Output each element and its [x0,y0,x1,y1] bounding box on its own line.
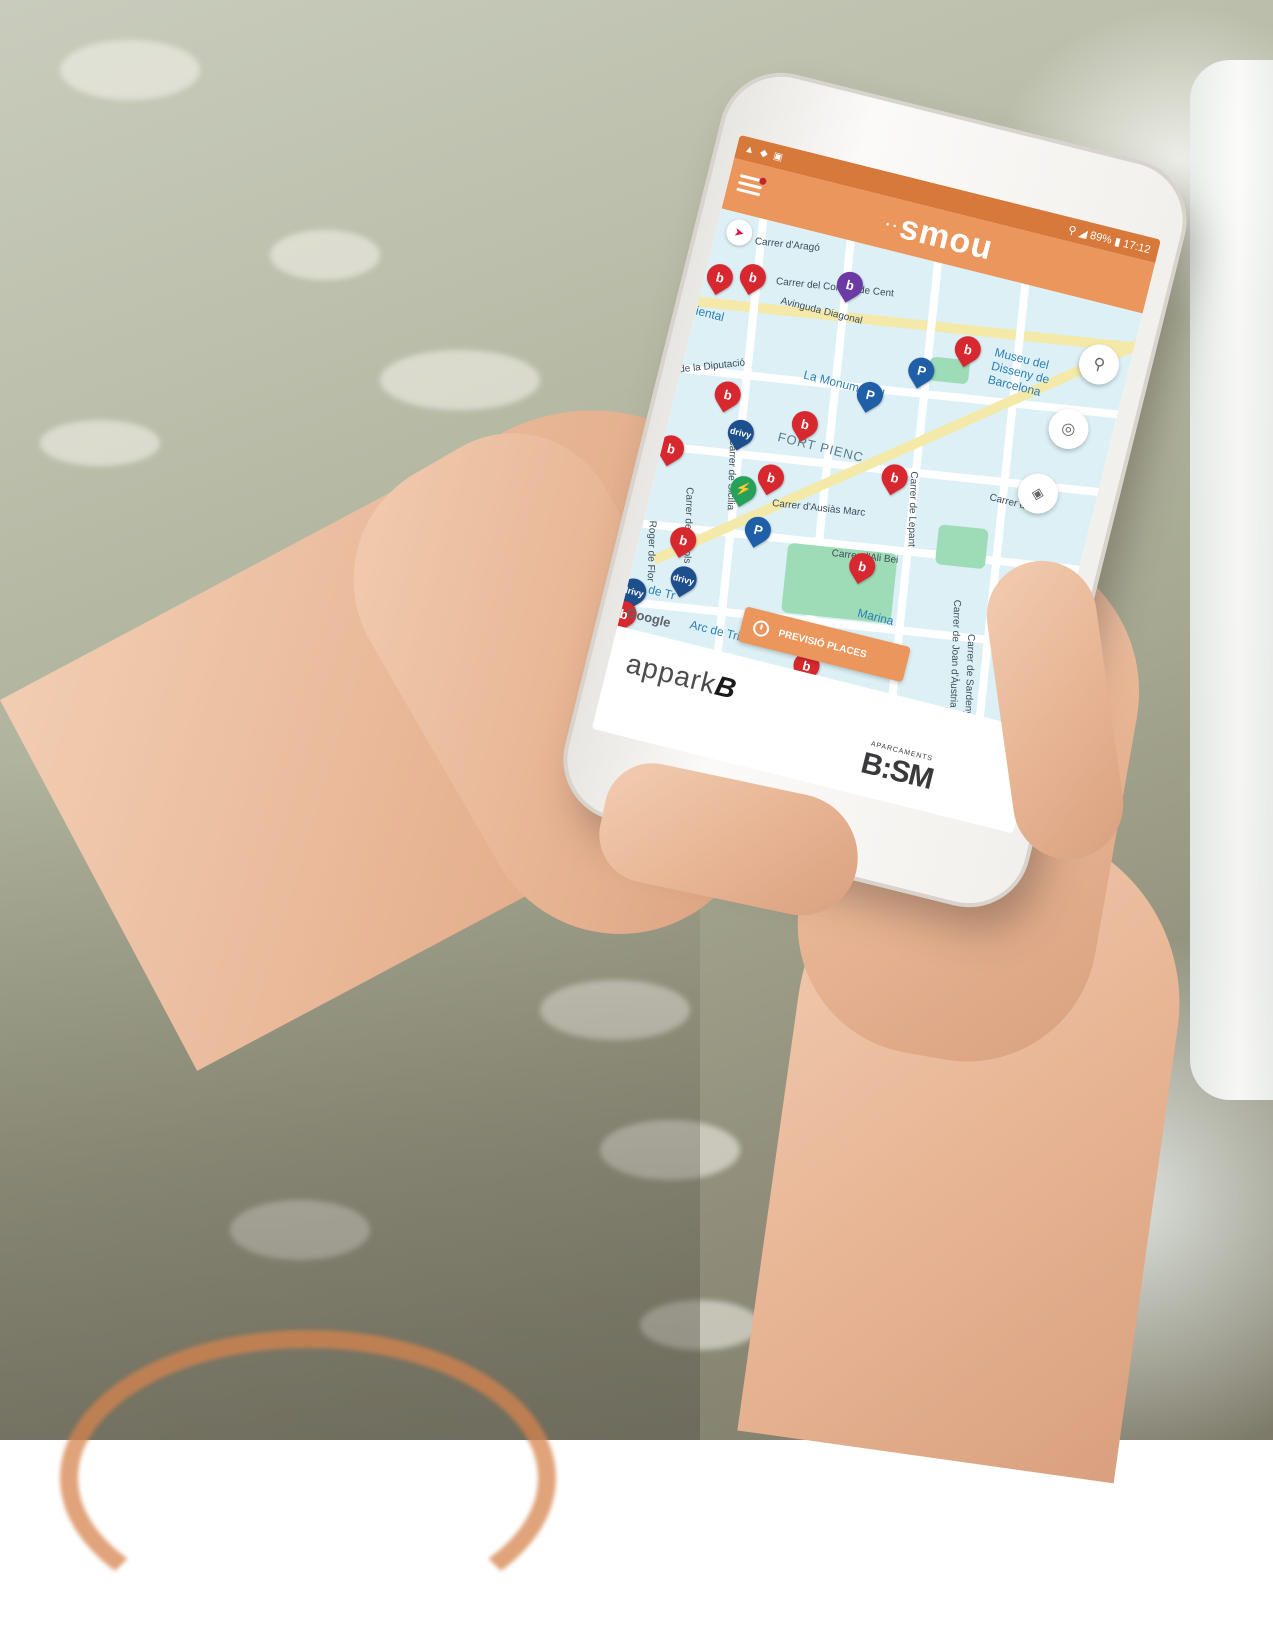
clock: 17:12 [1122,237,1152,256]
pin-glyph: b [722,386,734,403]
bicing-station-pin[interactable]: b [735,259,771,295]
pin-glyph: b [856,557,868,575]
bicing-ebike-pin[interactable]: b [832,266,868,303]
street-label: Carrer del Consell de Cent [775,276,895,300]
signal-icon: ◢ [1077,226,1089,241]
crosshair-icon: ◎ [1059,419,1078,440]
bicing-station-pin[interactable]: b [653,430,689,467]
pin-glyph: b [714,268,726,286]
battery-level: 89% [1088,229,1114,247]
street-label: Carrer de Joan d'Àustria [947,599,963,708]
forecast-spaces-label: PREVISIÓ PLACES [777,627,868,661]
pin-glyph: b [765,469,777,486]
pin-glyph: drivy [672,571,696,587]
street-label: Carrer de Sardenya [962,633,977,722]
pin-glyph: P [751,521,764,539]
background-bike-wheel [60,1330,556,1626]
apparkb-logo: apparkB [623,648,740,706]
street-label: Carrer d'Aragó [754,236,821,254]
clock-icon [751,618,771,639]
apparkb-logo-text: appark [623,647,720,700]
pin-glyph: drivy [729,425,753,441]
location-icon: ⚲ [1066,223,1078,238]
street-label: Carrer de Lepant [905,471,920,548]
map-park [934,524,989,570]
pin-glyph: b [962,341,974,358]
search-icon: ⚲ [1091,355,1107,375]
pin-glyph: P [863,386,876,404]
compass-icon[interactable]: ➤ [723,216,756,249]
image-icon: ▣ [772,150,785,164]
menu-button[interactable] [736,174,768,199]
pin-glyph: drivy [621,584,645,599]
pin-glyph: b [665,440,677,457]
layers-icon: ◈ [1029,484,1046,504]
notification-icon: ◆ [758,146,770,160]
pin-glyph: b [844,276,856,294]
notification-dot [758,176,768,186]
pin-glyph: b [677,531,689,549]
bsm-logo: APARCAMENTS B:SM [857,740,937,797]
background-post [1190,60,1273,1100]
background-pebble [60,40,200,100]
pin-glyph: ⚡ [733,479,754,498]
bicing-station-pin[interactable]: b [753,459,789,496]
alert-icon: ▲ [743,143,756,157]
background-pebble [380,350,540,410]
bicing-station-pin[interactable]: b [702,259,738,295]
street-label: Roger de Flor [644,520,658,582]
background-pebble [40,420,160,466]
menu-bar [736,187,761,197]
pin-glyph: b [747,268,759,286]
battery-icon: ▮ [1113,235,1123,249]
pin-glyph: b [799,415,811,433]
pin-glyph: P [915,362,928,379]
background-pebble [270,230,380,280]
pin-glyph: b [888,469,901,486]
status-icons: ▲ ◆ ▣ [743,143,784,163]
